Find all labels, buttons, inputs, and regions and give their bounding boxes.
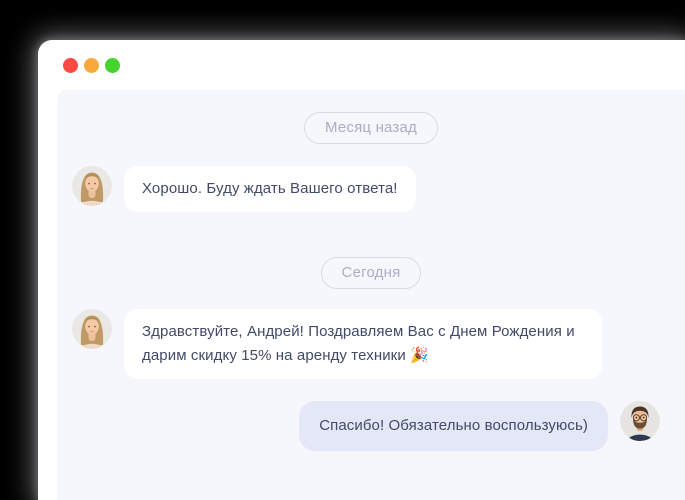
page-background: Месяц назад Хорошо. Буду ждать Вашего от… (0, 0, 685, 500)
message-row-incoming: Хорошо. Буду ждать Вашего ответа! (57, 166, 685, 212)
maximize-button[interactable] (105, 57, 120, 73)
date-divider-month-ago: Месяц назад (57, 112, 685, 144)
message-bubble: Спасибо! Обязательно воспользуюсь) (299, 401, 608, 451)
date-divider-label: Месяц назад (303, 112, 439, 144)
woman-avatar (72, 166, 112, 206)
window-titlebar (38, 40, 685, 90)
chat-area: Месяц назад Хорошо. Буду ждать Вашего от… (57, 90, 685, 500)
minimize-button[interactable] (84, 57, 99, 73)
chat-window: Месяц назад Хорошо. Буду ждать Вашего от… (38, 40, 685, 500)
date-divider-today: Сегодня (57, 257, 685, 289)
date-divider-label: Сегодня (320, 257, 422, 289)
message-row-incoming: Здравствуйте, Андрей! Поздравляем Вас с … (57, 309, 685, 379)
woman-avatar (72, 309, 112, 349)
message-bubble: Хорошо. Буду ждать Вашего ответа! (124, 166, 416, 212)
message-row-outgoing: Спасибо! Обязательно воспользуюсь) (57, 401, 685, 451)
man-avatar (620, 401, 660, 441)
message-bubble: Здравствуйте, Андрей! Поздравляем Вас с … (124, 309, 602, 379)
close-button[interactable] (63, 57, 78, 73)
